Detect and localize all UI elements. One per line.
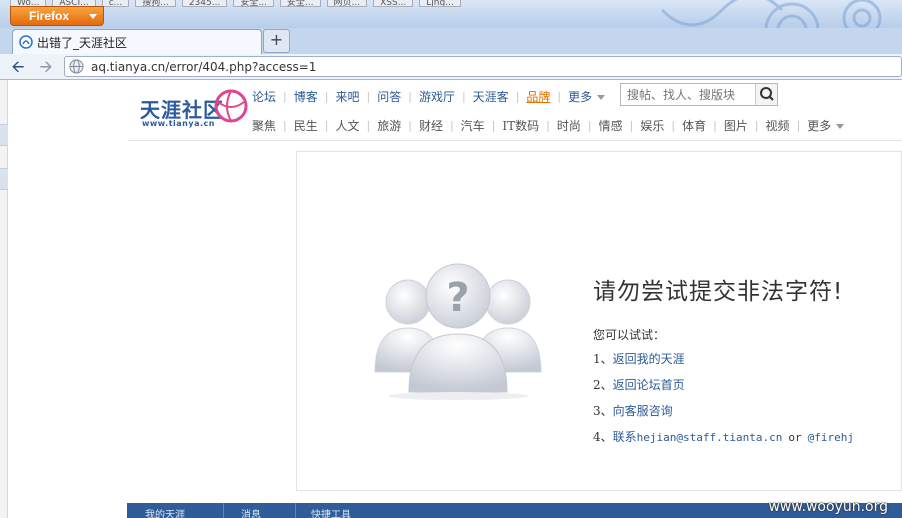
new-tab-button[interactable]: + (263, 29, 290, 53)
tianya-logo[interactable]: 天涯社区 www.tianya.cn (140, 86, 252, 134)
background-tab[interactable]: Ljng... (419, 0, 461, 7)
background-tab[interactable]: c... (101, 0, 130, 7)
background-tab[interactable]: 搜狗... (135, 0, 176, 7)
channel-pictures[interactable]: 图片 (724, 117, 748, 134)
logo-globe-icon (214, 89, 248, 123)
globe-icon (69, 59, 84, 74)
address-bar-url: aq.tianya.cn/error/404.php?access=1 (91, 60, 317, 74)
browser-navigation-bar: 🡨 🡪 aq.tianya.cn/error/404.php?access=1 (0, 54, 902, 80)
channel-more[interactable]: 更多 (807, 117, 845, 134)
site-search (620, 83, 778, 106)
list-number: 1、 (593, 352, 613, 366)
left-side-panel[interactable] (0, 80, 8, 518)
channel-it[interactable]: IT数码 (502, 117, 539, 134)
error-hint: 您可以试试： (593, 328, 666, 342)
unknown-user-illustration: ? (374, 263, 542, 400)
channel-video[interactable]: 视频 (766, 117, 790, 134)
link-forum-home[interactable]: 返回论坛首页 (613, 378, 685, 392)
watermark: www.wooyun.org (768, 499, 888, 515)
nav-item-qa[interactable]: 问答 (377, 88, 401, 105)
header-divider (128, 140, 902, 141)
list-item: 4、联系hejian@staff.tianta.cn or @firehj (593, 428, 854, 454)
nav-item-brand[interactable]: 品牌 (526, 88, 550, 105)
svg-text:?: ? (446, 275, 469, 321)
channel-livelihood[interactable]: 民生 (294, 117, 318, 134)
error-panel: ? 请勿尝试提交非法字符! 您可以试试： 1、返回我的天涯 2、返回论坛首页 3… (296, 151, 902, 491)
chevron-down-icon (89, 14, 97, 19)
address-bar[interactable]: aq.tianya.cn/error/404.php?access=1 (64, 56, 902, 77)
or-text: or (788, 431, 802, 444)
toolbar-my-tianya[interactable]: 我的天涯 (145, 506, 185, 518)
channel-finance[interactable]: 财经 (419, 117, 443, 134)
toolbar-messages[interactable]: 消息 (241, 506, 261, 518)
plus-icon: + (269, 30, 284, 49)
firefox-menu-label: Firefox (29, 9, 70, 23)
list-number: 3、 (593, 404, 613, 418)
link-contact-email[interactable]: 联系hejian@staff.tianta.cn (613, 430, 783, 444)
nav-more-label: 更多 (568, 90, 593, 104)
side-panel-tab[interactable] (0, 124, 8, 146)
list-number: 4、 (593, 430, 613, 444)
link-my-tianya[interactable]: 返回我的天涯 (613, 352, 685, 366)
channel-auto[interactable]: 汽车 (461, 117, 485, 134)
primary-nav: 论坛 | 博客 | 来吧 | 问答 | 游戏厅 | 天涯客 | 品牌 | 更多 (252, 88, 606, 105)
nav-item-laiba[interactable]: 来吧 (335, 88, 359, 105)
search-button[interactable] (755, 84, 777, 105)
chevron-down-icon (597, 95, 606, 100)
list-item: 3、向客服咨询 (593, 402, 854, 428)
channel-fashion[interactable]: 时尚 (557, 117, 581, 134)
nav-item-more[interactable]: 更多 (568, 88, 606, 105)
list-item: 2、返回论坛首页 (593, 376, 854, 402)
background-tab[interactable]: 2345... (181, 0, 228, 7)
search-input[interactable] (621, 84, 756, 105)
nav-item-forum[interactable]: 论坛 (252, 88, 276, 105)
tab-title: 出错了_天涯社区 (37, 36, 128, 50)
channel-more-label: 更多 (807, 119, 832, 133)
toolbar-quick-tools[interactable]: 快捷工具 (311, 506, 351, 518)
link-customer-service[interactable]: 向客服咨询 (613, 404, 673, 418)
contact-email: hejian@staff.tianta.cn (636, 431, 783, 444)
secondary-nav: 聚焦 | 民生 | 人文 | 旅游 | 财经 | 汽车 | IT数码 | 时尚 | 情感 | 娱乐… (252, 117, 845, 134)
side-panel-tab[interactable] (0, 168, 8, 190)
browser-tab-active[interactable]: 出错了_天涯社区 (12, 29, 262, 54)
tianya-favicon-icon (19, 35, 33, 49)
contact-prefix: 联系 (612, 430, 637, 444)
forward-arrow-icon[interactable]: 🡪 (36, 57, 56, 77)
list-number: 2、 (593, 378, 613, 392)
firefox-menu-button[interactable]: Firefox (10, 6, 104, 26)
channel-sports[interactable]: 体育 (682, 117, 706, 134)
background-tab[interactable]: 安全... (279, 0, 321, 7)
error-title: 请勿尝试提交非法字符! (593, 279, 844, 305)
list-item: 1、返回我的天涯 (593, 350, 854, 376)
search-icon (760, 87, 774, 101)
channel-focus[interactable]: 聚焦 (252, 117, 276, 134)
nav-item-games[interactable]: 游戏厅 (419, 88, 455, 105)
browser-tab-strip: 出错了_天涯社区 + (0, 28, 902, 54)
nav-item-blog[interactable]: 博客 (294, 88, 318, 105)
chevron-down-icon (836, 124, 845, 129)
channel-emotion[interactable]: 情感 (599, 117, 623, 134)
back-arrow-icon[interactable]: 🡨 (8, 57, 28, 77)
channel-culture[interactable]: 人文 (335, 117, 359, 134)
channel-travel[interactable]: 旅游 (377, 117, 401, 134)
background-tab[interactable]: 安全... (233, 0, 274, 7)
background-tab[interactable]: 网页... (326, 0, 368, 7)
nav-item-tianyake[interactable]: 天涯客 (473, 88, 509, 105)
link-weibo-handle[interactable]: @firehj (808, 431, 854, 444)
background-tab[interactable]: XSS... (373, 0, 414, 7)
suggestion-list: 1、返回我的天涯 2、返回论坛首页 3、向客服咨询 4、联系hejian@sta… (593, 350, 854, 454)
site-header: 天涯社区 www.tianya.cn 论坛 | 博客 | 来吧 | 问答 | 游戏厅 | … (128, 80, 902, 140)
channel-entertainment[interactable]: 娱乐 (640, 117, 664, 134)
logo-subtext: www.tianya.cn (142, 119, 215, 128)
